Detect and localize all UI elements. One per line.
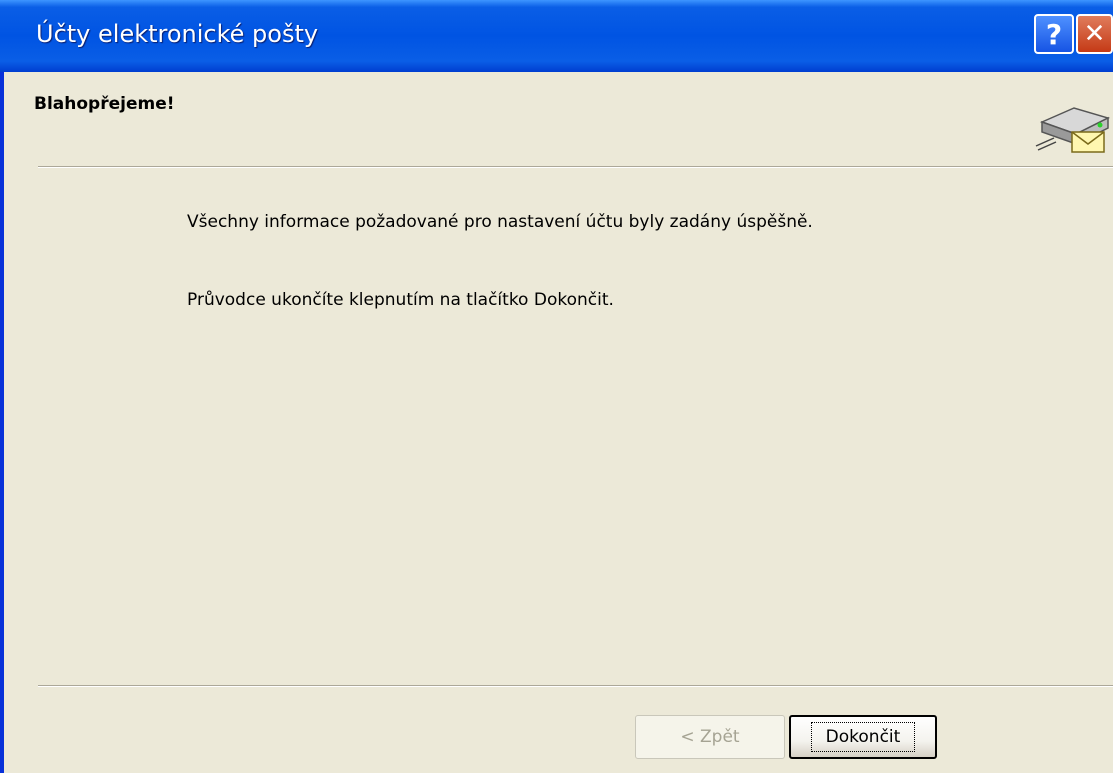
header-separator xyxy=(38,166,1113,168)
wizard-window: Účty elektronické pošty ? ✕ Blahopřejeme… xyxy=(0,0,1113,773)
back-button[interactable]: < Zpět xyxy=(635,715,785,759)
close-button[interactable]: ✕ xyxy=(1076,14,1113,54)
help-button[interactable]: ? xyxy=(1034,14,1074,54)
mail-server-icon xyxy=(1035,107,1111,153)
back-button-label: < Zpět xyxy=(680,727,740,747)
help-icon: ? xyxy=(1045,17,1063,51)
window-title: Účty elektronické pošty xyxy=(36,20,319,48)
info-text-success: Všechny informace požadované pro nastave… xyxy=(187,212,813,232)
footer-separator xyxy=(38,685,1113,687)
finish-button[interactable]: Dokončit xyxy=(789,715,937,759)
info-text-finish: Průvodce ukončíte klepnutím na tlačítko … xyxy=(187,290,614,310)
finish-button-label: Dokončit xyxy=(810,722,916,752)
close-icon: ✕ xyxy=(1083,19,1106,49)
page-heading: Blahopřejeme! xyxy=(34,94,175,114)
title-bar[interactable]: Účty elektronické pošty ? ✕ xyxy=(0,0,1113,72)
